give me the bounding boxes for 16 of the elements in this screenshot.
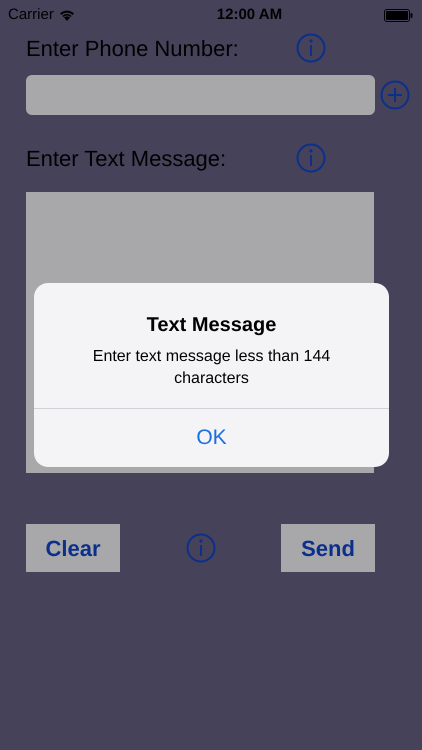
- carrier-label: Carrier: [8, 4, 54, 25]
- alert-message: Enter text message less than 144 characters: [92, 347, 332, 389]
- status-time: 12:00 AM: [216, 4, 282, 25]
- info-icon[interactable]: [296, 143, 326, 173]
- ok-button[interactable]: OK: [34, 409, 389, 466]
- phone-input-field[interactable]: [26, 75, 375, 115]
- info-icon[interactable]: [186, 533, 216, 563]
- info-icon[interactable]: [296, 33, 326, 63]
- send-button[interactable]: Send: [281, 524, 375, 572]
- field-label: Enter Phone Number:: [26, 34, 239, 62]
- alert-title: Text Message: [146, 313, 276, 338]
- wifi-icon: [58, 9, 75, 21]
- add-icon[interactable]: [380, 80, 410, 110]
- field-label: Enter Text Message:: [26, 144, 226, 173]
- clear-button[interactable]: Clear: [26, 524, 120, 572]
- battery-icon: [384, 8, 414, 22]
